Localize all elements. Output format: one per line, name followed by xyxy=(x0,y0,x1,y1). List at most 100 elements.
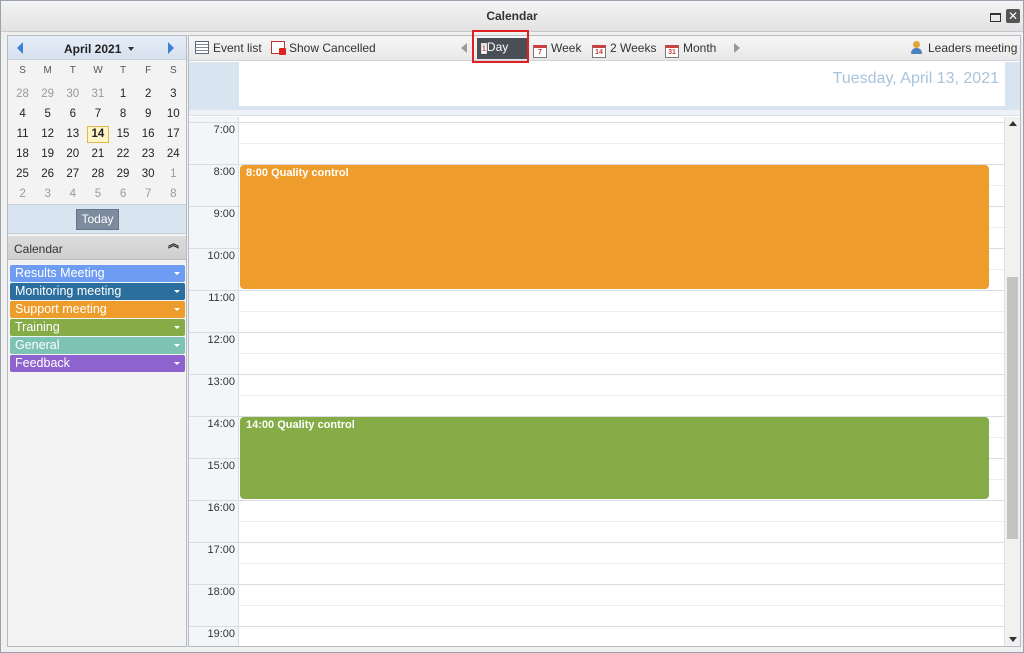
category-item[interactable]: Feedback xyxy=(10,355,185,372)
event-list-button[interactable]: Event list xyxy=(195,41,262,57)
calendar-day-number: 9 xyxy=(144,108,152,120)
calendar-day[interactable]: 5 xyxy=(35,104,60,124)
calendar-day-number: 11 xyxy=(16,128,29,140)
hour-slot[interactable]: 18:00 xyxy=(189,584,1004,626)
calendar-day[interactable]: 30 xyxy=(136,164,161,184)
scroll-thumb[interactable] xyxy=(1007,277,1018,539)
calendar-day[interactable]: 17 xyxy=(161,124,186,144)
restore-icon[interactable] xyxy=(989,9,1003,23)
header-separator xyxy=(189,110,1020,116)
calendar-section-header[interactable]: Calendar ︽ xyxy=(8,236,186,260)
calendar-section-title: Calendar xyxy=(14,242,63,256)
weekday-header: S xyxy=(169,65,177,76)
calendar-day[interactable]: 23 xyxy=(136,144,161,164)
calendar-day[interactable]: 28 xyxy=(10,84,35,104)
hour-label: 12:00 xyxy=(207,334,235,346)
category-item[interactable]: Results Meeting xyxy=(10,265,185,282)
calendar-day[interactable]: 8 xyxy=(111,104,136,124)
calendar-day[interactable]: 29 xyxy=(35,84,60,104)
calendar-day[interactable]: 21 xyxy=(85,144,110,164)
category-label: General xyxy=(15,338,60,352)
category-dropdown-icon[interactable] xyxy=(174,308,180,311)
vertical-scrollbar[interactable] xyxy=(1004,117,1020,646)
calendar-day[interactable]: 13 xyxy=(60,124,85,144)
calendar-day[interactable]: 2 xyxy=(136,84,161,104)
category-item[interactable]: General xyxy=(10,337,185,354)
calendar-event[interactable]: 14:00 Quality control xyxy=(240,417,989,499)
scroll-up-icon[interactable] xyxy=(1009,121,1017,126)
calendar-day[interactable]: 8 xyxy=(161,184,186,204)
calendar-day-number: 10 xyxy=(166,108,180,120)
calendar-day[interactable]: 2 xyxy=(10,184,35,204)
calendar-day[interactable]: 11 xyxy=(10,124,35,144)
mini-calendar-month[interactable]: April 2021 xyxy=(64,42,121,56)
calendar-day[interactable]: 24 xyxy=(161,144,186,164)
calendar-day[interactable]: 1 xyxy=(161,164,186,184)
calendar-day[interactable]: 12 xyxy=(35,124,60,144)
hour-slot[interactable]: 16:00 xyxy=(189,500,1004,542)
hour-slot[interactable]: 17:00 xyxy=(189,542,1004,584)
calendar-day[interactable]: 18 xyxy=(10,144,35,164)
calendar-day[interactable]: 10 xyxy=(161,104,186,124)
category-item[interactable]: Support meeting xyxy=(10,301,185,318)
category-item[interactable]: Monitoring meeting xyxy=(10,283,185,300)
calendar-day[interactable]: 22 xyxy=(111,144,136,164)
calendar-day[interactable]: 4 xyxy=(10,104,35,124)
hour-tick xyxy=(189,416,239,417)
category-dropdown-icon[interactable] xyxy=(174,344,180,347)
weekday-header: W xyxy=(93,65,103,76)
scroll-down-icon[interactable] xyxy=(1009,637,1017,642)
category-dropdown-icon[interactable] xyxy=(174,326,180,329)
calendar-day[interactable]: 25 xyxy=(10,164,35,184)
time-grid[interactable]: 7:00 8:00 9:00 10:00 11:00 12:00 13:00 14:00 15:… xyxy=(189,117,1004,646)
category-dropdown-icon[interactable] xyxy=(174,272,180,275)
all-day-area[interactable]: Tuesday, April 13, 2021 xyxy=(239,62,1005,106)
prev-month-icon[interactable] xyxy=(17,42,23,54)
calendar-day[interactable]: 9 xyxy=(136,104,161,124)
hour-slot[interactable]: 11:00 xyxy=(189,290,1004,332)
close-icon[interactable]: ✕ xyxy=(1006,9,1020,23)
month-view-button[interactable]: 31 Month xyxy=(665,41,716,58)
next-month-icon[interactable] xyxy=(168,42,174,54)
calendar-day[interactable]: 3 xyxy=(161,84,186,104)
calendar-day[interactable]: 4 xyxy=(60,184,85,204)
month-dropdown-icon[interactable] xyxy=(128,47,134,51)
calendar-day[interactable]: 26 xyxy=(35,164,60,184)
next-period-icon[interactable] xyxy=(734,43,740,53)
hour-slot[interactable]: 7:00 xyxy=(189,122,1004,164)
today-button[interactable]: Today xyxy=(76,209,119,230)
calendar-day[interactable]: 7 xyxy=(136,184,161,204)
calendar-day[interactable]: 5 xyxy=(85,184,110,204)
calendar-day[interactable]: 30 xyxy=(60,84,85,104)
category-dropdown-icon[interactable] xyxy=(174,362,180,365)
calendar-day[interactable]: 19 xyxy=(35,144,60,164)
hour-slot[interactable]: 12:00 xyxy=(189,332,1004,374)
hour-slot[interactable]: 13:00 xyxy=(189,374,1004,416)
calendar-day[interactable]: 15 xyxy=(111,124,136,144)
category-dropdown-icon[interactable] xyxy=(174,290,180,293)
calendar-day[interactable]: 28 xyxy=(85,164,110,184)
calendar-event[interactable]: 8:00 Quality control xyxy=(240,165,989,289)
calendar-day[interactable]: 6 xyxy=(111,184,136,204)
calendar-day[interactable]: 29 xyxy=(111,164,136,184)
calendar-day[interactable]: 7 xyxy=(85,104,110,124)
show-cancelled-button[interactable]: Show Cancelled xyxy=(271,41,376,57)
title-bar: Calendar ✕ xyxy=(1,1,1023,32)
calendar-day[interactable]: 6 xyxy=(60,104,85,124)
day-view-button[interactable]: 1Day xyxy=(477,38,527,59)
two-weeks-view-button[interactable]: 14 2 Weeks xyxy=(592,41,656,58)
calendar-day[interactable]: 20 xyxy=(60,144,85,164)
collapse-icon[interactable]: ︽ xyxy=(168,239,179,250)
calendar-day[interactable]: 27 xyxy=(60,164,85,184)
calendar-day-today[interactable]: 14 xyxy=(85,124,110,144)
calendar-day-number: 3 xyxy=(170,88,177,100)
resource-button[interactable]: Leaders meeting xyxy=(910,41,1017,57)
calendar-day[interactable]: 1 xyxy=(111,84,136,104)
week-view-button[interactable]: 7 Week xyxy=(533,41,581,58)
category-item[interactable]: Training xyxy=(10,319,185,336)
hour-slot[interactable]: 19:00 xyxy=(189,626,1004,646)
prev-period-icon[interactable] xyxy=(461,43,467,53)
calendar-day[interactable]: 16 xyxy=(136,124,161,144)
calendar-day[interactable]: 3 xyxy=(35,184,60,204)
calendar-day[interactable]: 31 xyxy=(85,84,110,104)
